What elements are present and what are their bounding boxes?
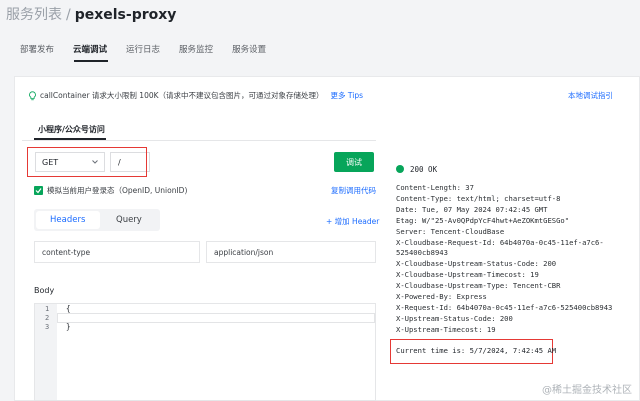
check-icon <box>35 188 42 194</box>
watermark: @稀土掘金技术社区 <box>542 385 632 396</box>
more-tips-link[interactable]: 更多 Tips <box>331 90 364 101</box>
breadcrumb-parent-link[interactable]: 服务列表 <box>6 7 62 23</box>
debug-send-button[interactable]: 调试 <box>334 152 374 172</box>
copy-code-link[interactable]: 复制调用代码 <box>331 185 376 196</box>
active-tab-indicator <box>74 60 108 62</box>
tab-monitor[interactable]: 服务监控 <box>179 43 213 55</box>
tab-headers[interactable]: Headers <box>50 215 85 225</box>
lightbulb-icon <box>29 90 36 100</box>
editor-current-line <box>57 313 375 323</box>
local-debug-guide-link[interactable]: 本地调试指引 <box>568 90 613 101</box>
highlight-box-request <box>27 147 147 177</box>
simulate-login-label: 模拟当前用户登录态（OpenID, UnionID) <box>47 186 188 195</box>
header-value-input[interactable]: application/json <box>206 241 376 263</box>
line-number: 1 <box>45 305 50 313</box>
tab-deploy[interactable]: 部署发布 <box>20 43 54 55</box>
response-headers: Content-Length: 37 Content-Type: text/ht… <box>396 183 613 334</box>
response-status: 200 OK <box>410 165 438 174</box>
header-key-value: content-type <box>42 247 91 257</box>
header-key-input[interactable]: content-type <box>34 241 200 263</box>
tab-cloud-debug[interactable]: 云端调试 <box>73 43 107 55</box>
simulate-login-checkbox[interactable] <box>34 186 43 195</box>
notice-bar: callContainer 请求大小限制 100K（请求中不建议包含图片，可通过… <box>28 90 363 101</box>
page-title: pexels-proxy <box>74 7 177 23</box>
tab-query[interactable]: Query <box>116 215 142 225</box>
code-line: } <box>66 322 71 331</box>
line-number: 3 <box>45 323 50 331</box>
breadcrumb: 服务列表 / pexels-proxy <box>6 4 176 24</box>
status-success-icon <box>396 165 404 173</box>
tab-miniprogram-access[interactable]: 小程序/公众号访问 <box>38 124 105 135</box>
tab-settings[interactable]: 服务设置 <box>232 43 266 55</box>
body-label: Body <box>34 286 55 295</box>
service-tabs: 部署发布 云端调试 运行日志 服务监控 服务设置 <box>20 43 266 55</box>
notice-text: callContainer 请求大小限制 100K（请求中不建议包含图片，可通过… <box>40 91 324 100</box>
simulate-login-option[interactable]: 模拟当前用户登录态（OpenID, UnionID) <box>34 185 187 196</box>
breadcrumb-separator: / <box>66 7 71 23</box>
code-line: { <box>66 304 71 313</box>
header-value-value: application/json <box>214 247 274 257</box>
line-number: 2 <box>45 314 50 322</box>
response-body: Current time is: 5/7/2024, 7:42:45 AM <box>396 346 557 355</box>
divider <box>22 140 376 141</box>
tab-logs[interactable]: 运行日志 <box>126 43 160 55</box>
add-header-button[interactable]: + 增加 Header <box>326 216 379 227</box>
